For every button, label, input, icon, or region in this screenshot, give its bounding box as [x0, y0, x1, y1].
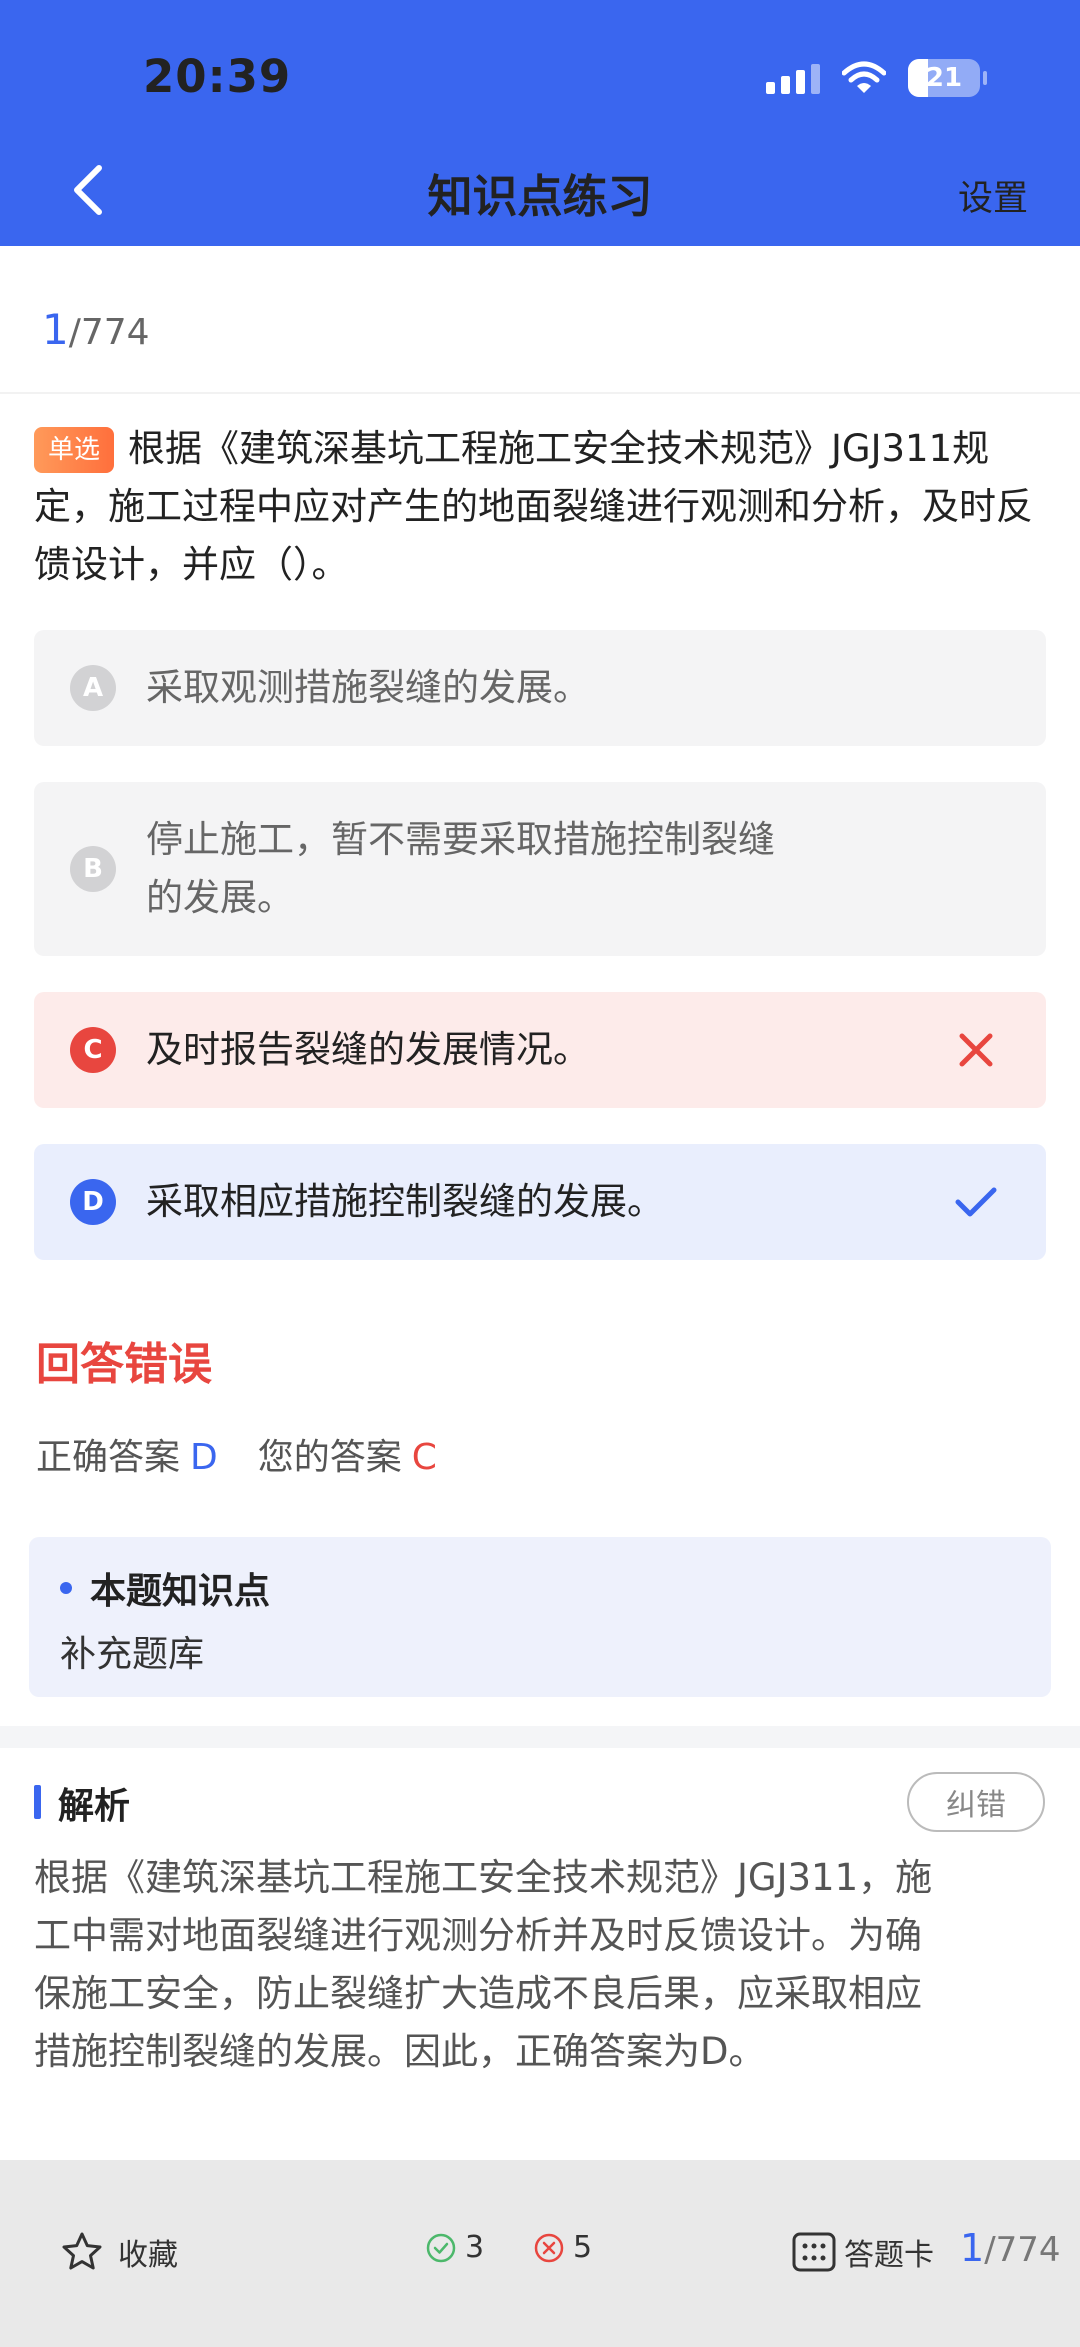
answer-card-button[interactable]: 答题卡: [792, 2230, 934, 2274]
option-a[interactable]: A 采取观测措施裂缝的发展。: [34, 630, 1046, 746]
status-time: 20:39: [143, 50, 292, 103]
progress-total: /774: [68, 312, 150, 353]
your-answer-label: 您的答案: [257, 1437, 402, 1478]
analysis-line: 措施控制裂缝的发展。因此，正确答案为D。: [34, 2030, 766, 2073]
favorite-button[interactable]: 收藏: [60, 2230, 178, 2274]
progress-current: 1: [42, 305, 69, 354]
option-text: 及时报告裂缝的发展情况。: [146, 1028, 590, 1071]
star-icon: [62, 2232, 102, 2270]
footer-page-current: 1: [960, 2226, 985, 2270]
wrong-count-value: 5: [573, 2230, 593, 2265]
question-type-tag: 单选: [34, 427, 115, 473]
knowledge-point-title-text: 本题知识点: [90, 1571, 271, 1612]
option-text-line: 的发展。: [146, 876, 294, 919]
analysis-title: 解析: [58, 1786, 131, 1827]
battery-level: 21: [925, 63, 963, 93]
option-text-line: 停止施工，暂不需要采取措施控制裂缝: [146, 818, 775, 861]
question-text: 根据《建筑深基坑工程施工安全技术规范》JGJ311规定，施工过程中应对产生的地面…: [34, 427, 1033, 586]
status-icons: 21: [766, 58, 987, 98]
divider: [0, 392, 1080, 394]
favorite-label: 收藏: [118, 2238, 178, 2273]
signal-icon: [766, 62, 820, 94]
chevron-left-icon: [74, 165, 102, 215]
option-text: 采取观测措施裂缝的发展。: [146, 666, 590, 709]
analysis-text: 根据《建筑深基坑工程施工安全技术规范》JGJ311，施 工中需对地面裂缝进行观测…: [34, 1849, 1054, 2081]
your-answer-value: C: [411, 1437, 437, 1478]
analysis-line: 工中需对地面裂缝进行观测分析并及时反馈设计。为确: [34, 1914, 922, 1957]
option-letter: D: [70, 1179, 116, 1225]
option-letter: C: [70, 1027, 116, 1073]
analysis-line: 根据《建筑深基坑工程施工安全技术规范》JGJ311，施: [34, 1856, 933, 1899]
analysis-line: 保施工安全，防止裂缝扩大造成不良后果，应采取相应: [34, 1972, 922, 2015]
report-error-button[interactable]: 纠错: [907, 1772, 1045, 1832]
result-title: 回答错误: [36, 1339, 212, 1390]
question-progress: 1/774: [42, 305, 150, 354]
check-circle-icon: [426, 2233, 456, 2262]
wrong-count: 5: [533, 2230, 592, 2265]
footer-page-index: 1/774: [960, 2226, 1061, 2270]
question-stem: 单选 根据《建筑深基坑工程施工安全技术规范》JGJ311规定，施工过程中应对产生的…: [34, 420, 1046, 594]
bullet-dot: [60, 1582, 72, 1594]
correct-answer-label: 正确答案: [36, 1437, 181, 1478]
answer-card-label: 答题卡: [844, 2238, 934, 2273]
correct-count: 3: [425, 2230, 484, 2265]
battery-icon: 21: [908, 59, 987, 97]
section-marker: [34, 1785, 41, 1819]
option-text: 停止施工，暂不需要采取措施控制裂缝 的发展。: [146, 811, 775, 927]
page-title: 知识点练习: [427, 170, 653, 223]
correct-answer-value: D: [190, 1437, 218, 1478]
grid-icon: [792, 2232, 836, 2272]
x-circle-icon: [534, 2233, 564, 2262]
section-gap: [0, 1726, 1080, 1748]
option-letter: A: [70, 665, 116, 711]
footer-page-total: /774: [984, 2230, 1061, 2270]
option-d[interactable]: D 采取相应措施控制裂缝的发展。: [34, 1144, 1046, 1260]
settings-button[interactable]: 设置: [958, 170, 1028, 221]
close-icon: [959, 1033, 993, 1067]
knowledge-point-title: 本题知识点: [60, 1562, 270, 1614]
option-c[interactable]: C 及时报告裂缝的发展情况。: [34, 992, 1046, 1108]
back-button[interactable]: [62, 160, 112, 220]
knowledge-point-content: 补充题库: [60, 1634, 205, 1675]
option-letter: B: [70, 846, 116, 892]
option-text: 采取相应措施控制裂缝的发展。: [146, 1180, 664, 1223]
option-b[interactable]: B 停止施工，暂不需要采取措施控制裂缝 的发展。: [34, 782, 1046, 956]
correct-count-value: 3: [465, 2230, 485, 2265]
check-icon: [955, 1187, 997, 1217]
answer-summary: 正确答案 D 您的答案 C: [36, 1428, 437, 1480]
wifi-icon: [842, 61, 886, 93]
